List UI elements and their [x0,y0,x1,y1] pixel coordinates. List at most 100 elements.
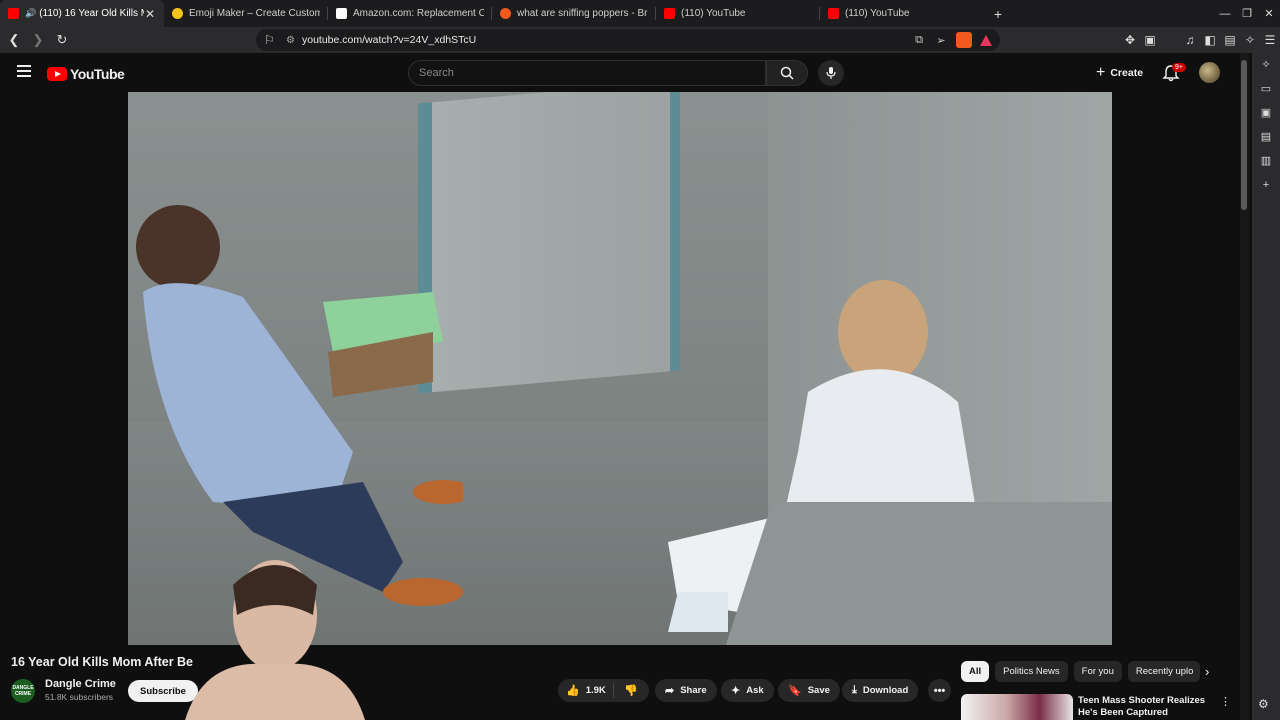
recommendation-chips: All Politics News For you Recently uplo [961,661,1206,682]
media-icon[interactable]: ▭ [1252,77,1280,101]
forward-icon[interactable]: ❯ [28,32,48,48]
chevron-right-icon[interactable]: › [1205,664,1209,679]
site-info-icon[interactable]: ⚙ [286,35,302,46]
youtube-header: YouTube Search + Create [0,53,1240,92]
menu-icon[interactable]: ☰ [1260,33,1280,47]
tab-brave-search[interactable]: what are sniffing poppers - Brav [492,0,656,27]
video-scene-table [723,502,1112,645]
tab-title: Amazon.com: Replacement CPU [353,8,484,19]
youtube-favicon-icon [8,8,19,19]
voice-search-button[interactable] [818,60,844,86]
search-input[interactable]: Search [408,60,766,86]
chip-for-you[interactable]: For you [1073,661,1122,682]
notification-badge: 9+ [1172,63,1186,72]
ask-label: Ask [746,685,764,696]
ask-button[interactable]: ✦ Ask [721,679,774,702]
like-button[interactable]: 👍 1.9K [558,683,614,698]
share-label: Share [680,685,707,696]
leo-icon[interactable]: ✧ [1240,33,1260,47]
share-button[interactable]: ➦ Share [655,679,717,702]
browser-tab-strip: 🔊 (110) 16 Year Old Kills Mo ✕ Emoji Mak… [0,0,1280,27]
like-dislike-group: 👍 1.9K 👎 [558,679,649,702]
reload-icon[interactable]: ↻ [52,32,72,48]
minimize-icon[interactable]: — [1214,8,1236,20]
account-avatar[interactable] [1199,62,1220,83]
amazon-favicon-icon [336,8,347,19]
speaker-icon[interactable]: 🔊 [25,8,36,19]
create-label: Create [1110,67,1144,79]
tab-youtube-2[interactable]: (110) YouTube [820,0,984,27]
chip-politics-news[interactable]: Politics News [995,661,1068,682]
bookmark-save-icon: 🔖 [788,685,802,697]
add-panel-icon[interactable]: + [1252,173,1280,197]
url-field[interactable]: ⚐ ⚙ youtube.com/watch?v=24V_xdhSTcU ⧉ ➢ [256,29,1000,51]
logo-text: YouTube [70,66,125,82]
dislike-button[interactable]: 👎 [614,684,638,697]
search-button[interactable] [766,60,808,86]
send-icon[interactable]: ➢ [930,34,952,47]
video-title: 16 Year Old Kills Mom After Be [11,655,194,669]
share-icon: ➦ [665,685,675,697]
download-button[interactable]: ⤓ Download [842,679,919,702]
tab-youtube-1[interactable]: (110) YouTube [656,0,820,27]
thumbs-up-icon: 👍 [566,685,580,697]
channel-avatar[interactable]: DANGLE CRIME [11,679,35,703]
tab-youtube-video[interactable]: 🔊 (110) 16 Year Old Kills Mo ✕ [0,0,164,27]
tab-title: (110) YouTube [845,8,910,19]
reading-list-icon[interactable]: ▤ [1252,125,1280,149]
scrollbar-thumb[interactable] [1241,60,1247,210]
youtube-logo[interactable]: YouTube [47,66,125,82]
channel-name[interactable]: Dangle Crime [45,678,116,690]
recommendation-title[interactable]: Teen Mass Shooter Realizes He's Been Cap… [1078,695,1218,719]
subscriber-count: 51.8K subscribers [45,692,114,702]
download-icon: ⤓ [852,684,857,696]
create-button[interactable]: + Create [1088,59,1151,87]
tab-title: what are sniffing poppers - Brav [517,8,648,19]
address-bar-row: ❮ ❯ ↻ ⚐ ⚙ youtube.com/watch?v=24V_xdhSTc… [0,27,1280,53]
leo-ai-icon[interactable]: ✧ [1252,53,1280,77]
save-button[interactable]: 🔖 Save [778,679,840,702]
bookmarks-panel-icon[interactable]: ▥ [1252,149,1280,173]
open-external-icon[interactable]: ⧉ [908,34,930,47]
ellipsis-icon: ••• [933,684,946,697]
url-text[interactable]: youtube.com/watch?v=24V_xdhSTcU [302,34,908,46]
wallet2-icon[interactable]: ▤ [1220,33,1240,47]
like-count: 1.9K [585,685,606,696]
sparkle-icon: ✦ [731,685,741,697]
chip-all[interactable]: All [961,661,990,682]
back-icon[interactable]: ❮ [4,32,24,48]
close-tab-icon[interactable]: ✕ [144,7,156,21]
wallet-panel-icon[interactable]: ▣ [1252,101,1280,125]
search-icon [780,66,794,80]
browser-side-panel: ✧ ▭ ▣ ▤ ▥ + [1252,53,1280,720]
sidebar-icon[interactable]: ◧ [1200,33,1220,47]
wallet-icon[interactable]: ▣ [1140,33,1160,47]
recommendation-more-icon[interactable]: ⋮ [1220,695,1231,708]
save-label: Save [807,685,830,696]
chip-recently-uploaded[interactable]: Recently uplo [1127,661,1200,682]
thumbs-down-icon: 👎 [624,685,638,697]
tab-title: (110) 16 Year Old Kills Mo [39,8,144,19]
youtube-play-icon [47,67,67,81]
download-label: Download [862,685,909,696]
plus-icon: + [1096,64,1106,81]
brave-rewards-icon[interactable] [980,34,992,46]
tab-title: Emoji Maker – Create Custom & [189,8,320,19]
settings-gear-icon[interactable]: ⚙ [1258,697,1269,711]
maximize-icon[interactable]: ❐ [1236,7,1258,20]
brave-shields-icon[interactable] [956,32,972,48]
tab-amazon[interactable]: Amazon.com: Replacement CPU [328,0,492,27]
recommendation-thumbnail[interactable] [961,694,1073,720]
hamburger-menu-icon[interactable] [17,65,31,77]
more-actions-button[interactable]: ••• [928,679,951,702]
new-tab-button[interactable]: + [984,6,1012,22]
emoji-favicon-icon [172,8,183,19]
music-icon[interactable]: ♫ [1180,33,1200,47]
search-placeholder: Search [419,67,454,79]
toolbar-icons: ✥ ▣ ♫ ◧ ▤ ✧ ☰ [1120,27,1280,53]
tab-emoji-maker[interactable]: Emoji Maker – Create Custom & [164,0,328,27]
extensions-icon[interactable]: ✥ [1120,33,1140,47]
bookmark-icon[interactable]: ⚐ [264,33,286,47]
tab-title: (110) YouTube [681,8,746,19]
close-window-icon[interactable]: ✕ [1258,7,1280,20]
